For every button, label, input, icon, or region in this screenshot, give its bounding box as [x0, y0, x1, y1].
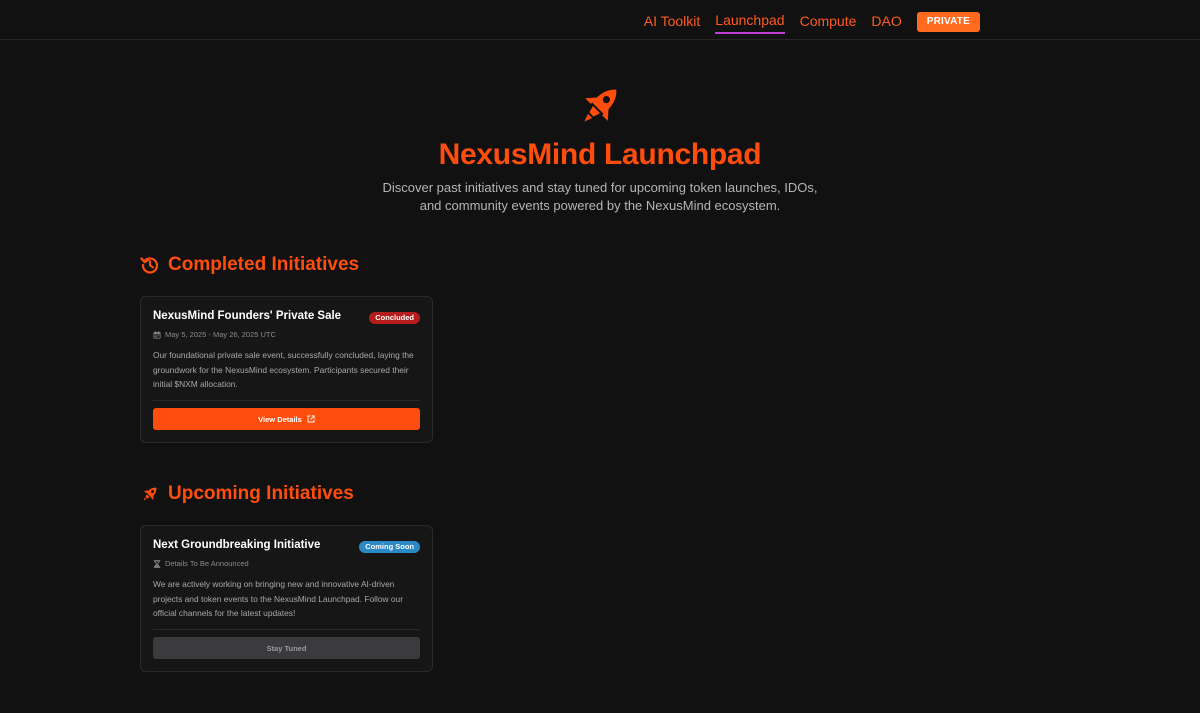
card-divider — [153, 400, 420, 401]
history-icon — [140, 257, 159, 274]
card-title: NexusMind Founders' Private Sale — [153, 310, 342, 322]
top-navbar: AI Toolkit Launchpad Compute DAO PRIVATE — [0, 0, 1200, 40]
hourglass-icon — [153, 559, 161, 568]
nav-link-launchpad[interactable]: Launchpad — [715, 10, 785, 34]
status-badge: Coming Soon — [359, 541, 420, 553]
view-details-button[interactable]: View Details — [153, 408, 420, 430]
card-meta-text: Details To Be Announced — [165, 559, 249, 568]
initiative-card-upcoming: Next Groundbreaking Initiative Coming So… — [140, 525, 433, 672]
card-title: Next Groundbreaking Initiative — [153, 539, 321, 551]
calendar-icon — [153, 330, 161, 338]
button-label: View Details — [258, 414, 302, 424]
card-description: We are actively working on bringing new … — [153, 579, 404, 618]
nav-link-ai-toolkit[interactable]: AI Toolkit — [644, 11, 701, 33]
page-title: NexusMind Launchpad — [438, 138, 762, 171]
rocket-icon — [574, 80, 626, 132]
main-nav: AI Toolkit Launchpad Compute DAO PRIVATE — [644, 10, 980, 34]
status-badge: Concluded — [369, 312, 420, 324]
rocket-icon — [143, 487, 157, 501]
card-description: Our foundational private sale event, suc… — [153, 350, 414, 389]
private-button[interactable]: PRIVATE — [916, 12, 980, 32]
section-title: Completed Initiatives — [168, 254, 360, 275]
stay-tuned-button[interactable]: Stay Tuned — [153, 637, 420, 659]
card-date: May 5, 2025 - May 26, 2025 UTC — [153, 330, 276, 339]
nav-link-dao[interactable]: DAO — [871, 11, 901, 33]
initiative-card-completed: NexusMind Founders' Private Sale Conclud… — [140, 296, 433, 443]
card-divider — [153, 629, 420, 630]
upcoming-initiatives-heading: Upcoming Initiatives — [140, 483, 354, 505]
completed-initiatives-heading: Completed Initiatives — [140, 254, 359, 276]
card-date: Details To Be Announced — [153, 559, 249, 568]
external-link-icon — [307, 415, 315, 423]
nav-link-compute[interactable]: Compute — [800, 11, 857, 33]
page-subtitle: Discover past initiatives and stay tuned… — [382, 180, 818, 213]
section-title: Upcoming Initiatives — [168, 483, 354, 504]
card-meta-text: May 5, 2025 - May 26, 2025 UTC — [165, 330, 276, 339]
